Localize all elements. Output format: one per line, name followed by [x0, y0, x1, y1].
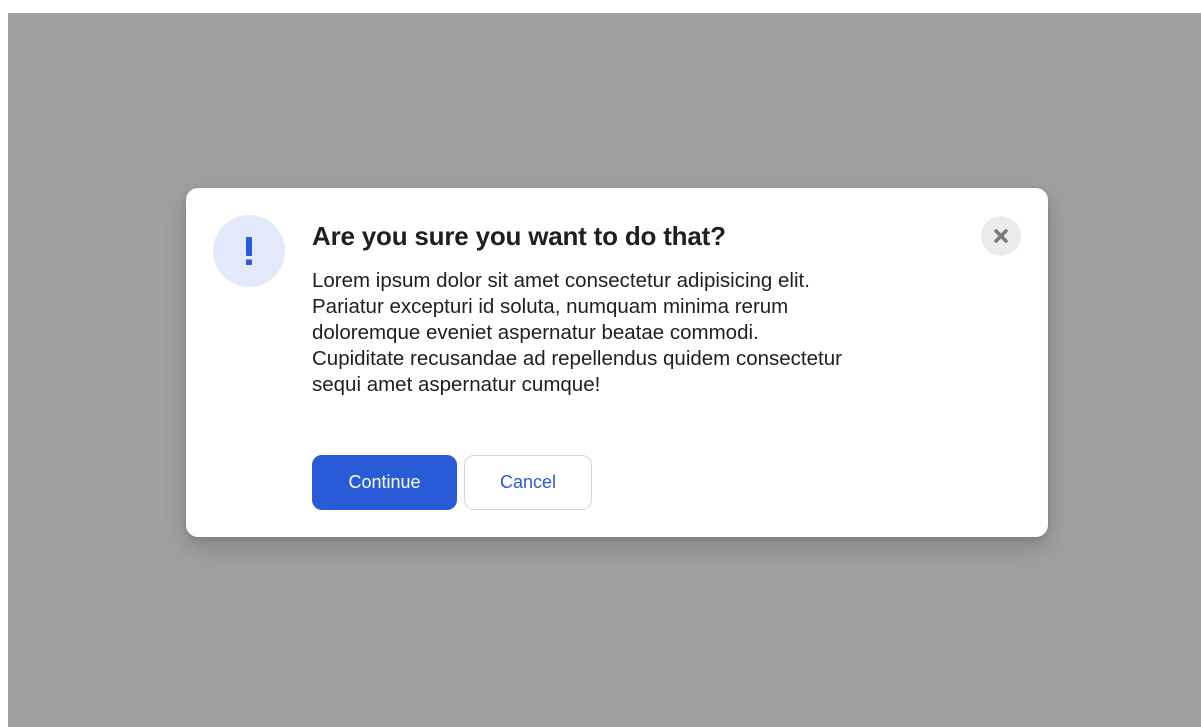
page: Are you sure you want to do that? Lorem … [0, 0, 1201, 727]
dialog-actions: Continue Cancel [312, 455, 592, 510]
dialog-body-line: Lorem ipsum dolor sit amet consectetur a… [312, 269, 810, 292]
close-icon [994, 229, 1008, 243]
continue-button[interactable]: Continue [312, 455, 457, 510]
dialog-body-line: sequi amet aspernatur cumque! [312, 373, 601, 396]
dialog-title: Are you sure you want to do that? [312, 221, 726, 251]
dialog-content: Are you sure you want to do that? Lorem … [312, 216, 1012, 398]
exclamation-icon [246, 237, 252, 265]
dialog-body-line: doloremque eveniet aspernatur beatae com… [312, 321, 759, 344]
dialog-body-line: Pariatur excepturi id soluta, numquam mi… [312, 295, 789, 318]
dialog-body-line: Cupiditate recusandae ad repellendus qui… [312, 347, 842, 370]
alert-icon [213, 215, 285, 287]
confirm-dialog: Are you sure you want to do that? Lorem … [186, 188, 1048, 537]
close-button[interactable] [981, 216, 1021, 256]
dialog-body: Lorem ipsum dolor sit amet consectetur a… [312, 268, 1012, 398]
cancel-button[interactable]: Cancel [464, 455, 592, 510]
